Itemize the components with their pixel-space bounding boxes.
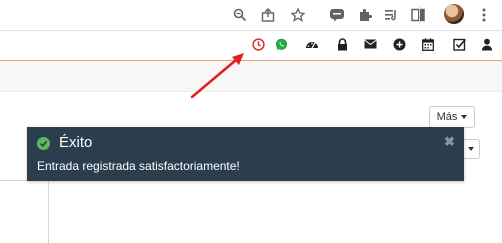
toast-message: Entrada registrada satisfactoriamente! <box>37 159 240 173</box>
toast-title: Éxito <box>59 134 93 151</box>
success-toast: Éxito Entrada registrada satisfactoriame… <box>27 127 464 181</box>
profile-avatar[interactable] <box>444 4 464 24</box>
chevron-down-icon <box>467 147 474 151</box>
sub-toolbar <box>0 61 502 92</box>
secondary-dropdown-toggle[interactable] <box>462 139 480 159</box>
kebab-menu-icon[interactable] <box>474 5 494 25</box>
mas-button-label: Más <box>436 111 458 123</box>
lock-icon[interactable] <box>335 37 349 51</box>
envelope-icon[interactable] <box>363 37 377 51</box>
clock-icon[interactable] <box>251 37 265 51</box>
zoom-icon[interactable] <box>230 5 250 25</box>
plus-circle-icon[interactable] <box>392 37 406 51</box>
puzzle-icon[interactable] <box>355 5 375 25</box>
user-icon[interactable] <box>480 37 494 51</box>
chevron-down-icon <box>461 115 468 119</box>
toolbar-separator <box>419 6 420 24</box>
content-panel <box>0 180 49 243</box>
dashboard-icon[interactable] <box>305 37 319 51</box>
share-icon[interactable] <box>258 5 278 25</box>
close-icon[interactable]: ✖ <box>444 134 455 150</box>
bookmark-star-icon[interactable] <box>288 5 308 25</box>
check-circle-icon <box>37 137 50 150</box>
extension-icon[interactable] <box>327 5 347 25</box>
whatsapp-icon[interactable] <box>274 37 288 51</box>
mas-dropdown-button[interactable]: Más <box>429 106 475 128</box>
checkbox-icon[interactable] <box>452 37 466 51</box>
browser-toolbar <box>0 0 502 31</box>
side-panel-icon[interactable] <box>408 5 428 25</box>
reading-list-icon[interactable] <box>381 5 401 25</box>
calendar-icon[interactable] <box>421 37 435 51</box>
